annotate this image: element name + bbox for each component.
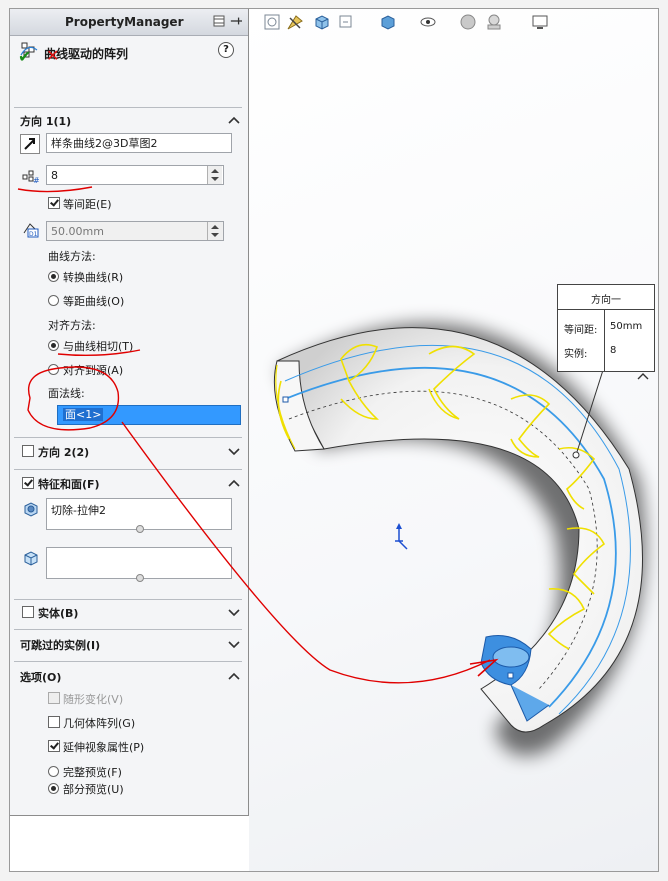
faces-list[interactable] xyxy=(46,547,232,582)
application-window: PropertyManager 曲线驱动的阵列 ? ✔ ✕ 方向 1(1) 样条… xyxy=(9,8,659,872)
curve-selection-field[interactable]: 样条曲线2@3D草图2 xyxy=(46,133,232,153)
chevron-up-icon[interactable] xyxy=(228,671,240,681)
cancel-button[interactable]: ✕ xyxy=(46,46,59,65)
direction2-checkbox[interactable] xyxy=(22,445,34,457)
divider xyxy=(558,309,654,310)
align-source-radio[interactable] xyxy=(48,364,59,375)
curve-startpoint[interactable] xyxy=(282,396,289,403)
property-manager-panel: PropertyManager 曲线驱动的阵列 ? ✔ ✕ 方向 1(1) 样条… xyxy=(10,9,249,816)
curve-method-transform-radio[interactable] xyxy=(48,271,59,282)
instances-icon: # xyxy=(22,170,39,184)
chevron-down-icon[interactable] xyxy=(228,446,240,456)
resize-grip[interactable] xyxy=(136,525,144,533)
chevron-down-icon[interactable] xyxy=(228,639,240,649)
features-faces-checkbox[interactable] xyxy=(22,477,34,489)
panel-resize-icon[interactable] xyxy=(213,15,225,27)
curve-method-offset-label: 等距曲线(O) xyxy=(63,295,125,308)
callout-anchor xyxy=(572,451,580,459)
geometry-pattern-label: 几何体阵列(G) xyxy=(63,717,136,730)
divider xyxy=(604,309,605,371)
callout-spacing-label: 等间距: xyxy=(564,325,598,336)
propagate-visual-checkbox[interactable] xyxy=(48,740,60,752)
chevron-up-icon[interactable] xyxy=(228,115,240,125)
property-manager-header: PropertyManager xyxy=(10,9,248,36)
pattern-callout[interactable]: 方向一 等间距: 50mm 实例: 8 xyxy=(557,284,655,372)
skip-instances-title[interactable]: 可跳过的实例(I) xyxy=(20,637,100,653)
full-preview-radio[interactable] xyxy=(48,766,59,777)
partial-preview-label: 部分预览(U) xyxy=(63,783,124,796)
model-view[interactable] xyxy=(249,9,658,871)
spacing-input[interactable]: 50.00mm xyxy=(46,221,224,241)
vary-sketch-label: 随形变化(V) xyxy=(63,693,124,706)
propagate-visual-label: 延伸视象属性(P) xyxy=(63,741,145,754)
svg-text:#: # xyxy=(33,176,39,184)
partial-preview-radio[interactable] xyxy=(48,783,59,794)
equal-spacing-checkbox[interactable] xyxy=(48,197,60,209)
features-to-pattern-icon xyxy=(24,502,38,517)
bodies-checkbox[interactable] xyxy=(22,606,34,618)
direction2-title[interactable]: 方向 2(2) xyxy=(38,444,89,460)
bodies-title[interactable]: 实体(B) xyxy=(38,605,78,621)
curve-method-label: 曲线方法: xyxy=(48,250,96,263)
divider xyxy=(14,107,242,108)
equal-spacing-label: 等间距(E) xyxy=(63,198,112,211)
face-normal-selection[interactable]: 面<1> xyxy=(57,405,241,425)
help-button[interactable]: ? xyxy=(218,42,234,58)
features-faces-title[interactable]: 特征和面(F) xyxy=(38,476,100,492)
curve-endpoint[interactable] xyxy=(507,672,514,679)
align-tangent-label: 与曲线相切(T) xyxy=(63,340,134,353)
spacing-dimension-icon: D1 xyxy=(23,223,39,238)
divider xyxy=(14,437,242,438)
callout-instances-label: 实例: xyxy=(564,349,588,360)
vary-sketch-checkbox[interactable] xyxy=(48,692,60,704)
chevron-up-icon[interactable] xyxy=(228,478,240,488)
property-manager-title: PropertyManager xyxy=(65,15,184,29)
features-list-item[interactable]: 切除-拉伸2 xyxy=(51,504,106,517)
instances-spinner[interactable] xyxy=(207,166,222,184)
instances-input[interactable]: 8 xyxy=(46,165,224,185)
align-source-label: 对齐到源(A) xyxy=(63,364,124,377)
align-tangent-radio[interactable] xyxy=(48,340,59,351)
divider xyxy=(14,599,242,600)
pin-icon[interactable] xyxy=(230,15,242,27)
resize-grip[interactable] xyxy=(136,574,144,582)
chevron-up-icon[interactable] xyxy=(637,373,649,380)
svg-text:D1: D1 xyxy=(29,231,38,238)
features-list[interactable]: 切除-拉伸2 xyxy=(46,498,232,533)
options-title[interactable]: 选项(O) xyxy=(20,669,61,685)
divider xyxy=(14,629,242,630)
geometry-pattern-checkbox[interactable] xyxy=(48,716,60,728)
ok-button[interactable]: ✔ xyxy=(18,47,31,66)
curve-method-offset-radio[interactable] xyxy=(48,295,59,306)
direction1-title[interactable]: 方向 1(1) xyxy=(20,113,71,129)
callout-spacing-value[interactable]: 50mm xyxy=(610,321,642,332)
faces-to-pattern-icon xyxy=(24,551,38,566)
curve-method-transform-label: 转换曲线(R) xyxy=(63,271,124,284)
origin-triad xyxy=(395,523,408,550)
spacing-spinner[interactable] xyxy=(207,222,222,240)
face-normal-value: 面<1> xyxy=(63,408,104,421)
chevron-down-icon[interactable] xyxy=(228,607,240,617)
callout-instances-value[interactable]: 8 xyxy=(610,345,616,356)
graphics-viewport[interactable]: 方向一 等间距: 50mm 实例: 8 xyxy=(249,9,658,871)
divider xyxy=(14,661,242,662)
face-normal-label: 面法线: xyxy=(48,387,85,400)
align-method-label: 对齐方法: xyxy=(48,319,96,332)
divider xyxy=(14,469,242,470)
cut-extrude-hole[interactable] xyxy=(492,646,530,668)
callout-title: 方向一 xyxy=(591,295,621,306)
full-preview-label: 完整预览(F) xyxy=(63,766,122,779)
direction-arrow-icon[interactable] xyxy=(20,134,40,154)
